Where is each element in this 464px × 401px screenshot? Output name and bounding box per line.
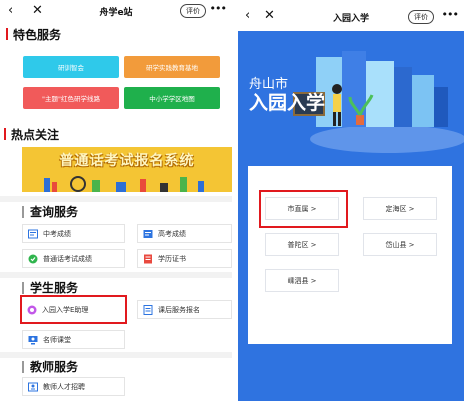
service-label: 课后服务报名	[158, 305, 200, 314]
tile-red-route[interactable]: "主题"红色研学线路	[23, 87, 119, 109]
hero-headline: 入园入学	[249, 92, 326, 114]
service-label: 名师课堂	[43, 335, 71, 344]
section-divider	[0, 272, 232, 278]
tile-study-base[interactable]: 研学实践教育基地	[124, 56, 220, 78]
section-title-student: 学生服务	[30, 281, 79, 295]
tile-yanxun[interactable]: 研训智会	[23, 56, 119, 78]
left-navbar: ‹ ✕ 舟学e站 评价 •••	[0, 0, 232, 24]
right-screen: ‹ ✕ 入园入学 评价 ••• 舟山市 入园入学 市直属 > 定海区 > 普陀区…	[238, 0, 464, 401]
section-accent-bar	[4, 128, 6, 140]
service-afterschool-signup[interactable]: 课后服务报名	[137, 300, 232, 319]
district-shengsi[interactable]: 嵊泗县 >	[265, 269, 339, 292]
service-teacher-recruitment[interactable]: 教师人才招聘	[22, 377, 125, 396]
district-dinghai[interactable]: 定海区 >	[363, 197, 437, 220]
tile-district-map[interactable]: 中小学学区地图	[124, 87, 220, 109]
hero-banner: 舟山市 入园入学	[238, 31, 464, 159]
banner-illustration-icon	[44, 176, 204, 192]
section-title-featured: 特色服务	[13, 28, 62, 42]
service-gaokao-score[interactable]: 高考成绩	[137, 224, 232, 243]
service-label: 教师人才招聘	[43, 382, 85, 391]
score-icon	[143, 229, 153, 239]
left-screen: ‹ ✕ 舟学e站 评价 ••• 特色服务 研训智会 研学实践教育基地 "主题"红…	[0, 0, 232, 401]
tile-label: 中小学学区地图	[149, 95, 195, 103]
section-accent-bar	[22, 361, 24, 373]
service-famous-teacher-class[interactable]: 名师课堂	[22, 330, 125, 349]
more-icon[interactable]: •••	[442, 8, 459, 21]
mandarin-exam-banner[interactable]: 普通话考试报名系统	[22, 147, 232, 192]
mandarin-icon	[28, 254, 38, 264]
highlight-box	[259, 190, 348, 228]
section-accent-bar	[22, 282, 24, 294]
section-title-query: 查询服务	[30, 205, 79, 219]
section-accent-bar	[6, 28, 8, 40]
section-title-hot: 热点关注	[11, 128, 60, 142]
right-navbar: ‹ ✕ 入园入学 评价 •••	[238, 0, 464, 31]
district-daishan[interactable]: 岱山县 >	[363, 233, 437, 256]
rate-button[interactable]: 评价	[408, 10, 434, 24]
classroom-icon	[28, 335, 38, 345]
recruit-icon	[28, 382, 38, 392]
section-divider	[0, 196, 232, 202]
district-putuo[interactable]: 普陀区 >	[265, 233, 339, 256]
service-degree-certificate[interactable]: 学历证书	[137, 249, 232, 268]
tile-label: 研训智会	[58, 64, 84, 72]
service-label: 普通话考试成绩	[43, 254, 92, 263]
service-label: 学历证书	[158, 254, 186, 263]
district-card: 市直属 > 定海区 > 普陀区 > 岱山县 > 嵊泗县 >	[248, 166, 452, 344]
banner-title: 普通话考试报名系统	[59, 153, 195, 169]
rate-button[interactable]: 评价	[180, 4, 206, 18]
more-icon[interactable]: •••	[210, 2, 227, 15]
afterschool-icon	[143, 304, 153, 315]
score-icon	[28, 229, 38, 239]
certificate-icon	[143, 254, 153, 264]
service-zhongkao-score[interactable]: 中考成绩	[22, 224, 125, 243]
tile-label: "主题"红色研学线路	[42, 95, 100, 103]
section-title-teacher: 教师服务	[30, 360, 79, 374]
service-mandarin-score[interactable]: 普通话考试成绩	[22, 249, 125, 268]
section-accent-bar	[22, 206, 24, 218]
service-label: 高考成绩	[158, 229, 186, 238]
highlight-box	[20, 295, 127, 324]
tile-label: 研学实践教育基地	[146, 64, 198, 72]
service-label: 中考成绩	[43, 229, 71, 238]
